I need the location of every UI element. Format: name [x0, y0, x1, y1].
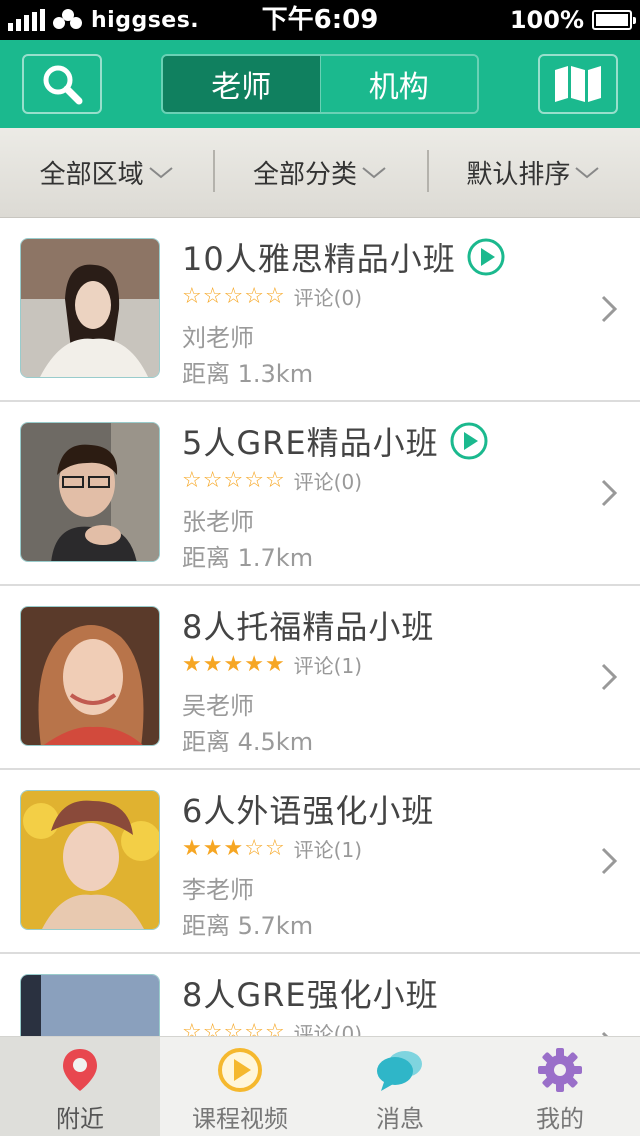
star-icon: ☆: [182, 283, 202, 309]
star-icon: ☆: [244, 835, 264, 861]
chevron-right-icon: [601, 295, 618, 323]
rating-stars: ☆ ☆ ☆ ☆ ☆ 评论(0): [182, 1018, 362, 1036]
tab-messages-label: 消息: [376, 1105, 424, 1133]
tab-messages[interactable]: 消息: [320, 1037, 480, 1136]
review-count: 评论(0): [293, 286, 363, 310]
list-item[interactable]: 8人GRE强化小班 ☆ ☆ ☆ ☆ ☆ 评论(0): [0, 954, 640, 1036]
course-title: 5人GRE精品小班: [182, 424, 439, 462]
app-header: 老师 机构: [0, 40, 640, 128]
chevron-down-icon: [575, 166, 599, 178]
star-icon: ★: [182, 651, 202, 677]
review-count: 评论(0): [293, 470, 363, 494]
chevron-down-icon: [362, 166, 386, 178]
tab-mine[interactable]: 我的: [480, 1037, 640, 1136]
map-icon: [555, 66, 601, 102]
tab-switcher: 老师 机构: [161, 54, 479, 114]
tab-nearby[interactable]: 附近: [0, 1037, 160, 1136]
rating-stars: ☆ ☆ ☆ ☆ ☆ 评论(0): [182, 466, 362, 495]
teacher-avatar: [20, 974, 160, 1036]
teacher-name: 吴老师: [182, 692, 254, 720]
star-icon: ☆: [244, 467, 264, 493]
star-icon: ☆: [202, 467, 223, 493]
teacher-avatar: [20, 606, 160, 746]
course-title: 8人GRE强化小班: [182, 976, 439, 1014]
battery-icon: [592, 10, 636, 30]
star-icon: ☆: [264, 835, 285, 861]
star-icon: ☆: [264, 1019, 285, 1036]
tab-mine-label: 我的: [536, 1105, 584, 1133]
teacher-name: 刘老师: [182, 324, 254, 352]
star-icon: ★: [244, 651, 264, 677]
rating-stars: ☆ ☆ ☆ ☆ ☆ 评论(0): [182, 282, 362, 311]
star-icon: ★: [223, 835, 244, 861]
star-icon: ☆: [202, 1019, 223, 1036]
tab-institutions[interactable]: 机构: [319, 56, 477, 112]
list-item[interactable]: 10人雅思精品小班 ☆ ☆ ☆ ☆ ☆ 评论(0) 刘老师 距离 1.3km: [0, 218, 640, 402]
status-bar: higgses. 下午6:09 100%: [0, 0, 640, 40]
star-icon: ☆: [223, 283, 244, 309]
star-icon: ☆: [223, 467, 244, 493]
chevron-down-icon: [149, 166, 173, 178]
tab-course-videos[interactable]: 课程视频: [160, 1037, 320, 1136]
course-list: 10人雅思精品小班 ☆ ☆ ☆ ☆ ☆ 评论(0) 刘老师 距离 1.3km 5人GR: [0, 218, 640, 1036]
teacher-name: 张老师: [182, 508, 254, 536]
star-icon: ★: [223, 651, 244, 677]
teacher-avatar: [20, 422, 160, 562]
star-icon: ☆: [264, 283, 285, 309]
review-count: 评论(0): [293, 1022, 363, 1036]
list-item[interactable]: 6人外语强化小班 ★ ★ ★ ☆ ☆ 评论(1) 李老师 距离 5.7km: [0, 770, 640, 954]
play-circle-icon: [218, 1048, 262, 1092]
star-icon: ☆: [223, 1019, 244, 1036]
tab-course-videos-label: 课程视频: [192, 1105, 288, 1133]
teacher-avatar: [20, 790, 160, 930]
distance: 距离 1.3km: [182, 360, 314, 388]
filter-sort-label: 默认排序: [466, 160, 571, 190]
filter-category[interactable]: 全部分类: [213, 150, 426, 192]
course-title: 8人托福精品小班: [182, 608, 435, 646]
star-icon: ☆: [182, 467, 202, 493]
star-icon: ★: [264, 651, 285, 677]
list-item[interactable]: 5人GRE精品小班 ☆ ☆ ☆ ☆ ☆ 评论(0) 张老师 距离 1.7km: [0, 402, 640, 586]
location-pin-icon: [63, 1049, 97, 1091]
distance: 距离 1.7km: [182, 544, 314, 572]
teacher-avatar: [20, 238, 160, 378]
chat-bubbles-icon: [377, 1051, 422, 1091]
distance: 距离 5.7km: [182, 912, 314, 940]
star-icon: ☆: [182, 1019, 202, 1036]
play-video-icon[interactable]: [449, 421, 489, 461]
search-button[interactable]: [22, 54, 102, 114]
star-icon: ★: [202, 651, 223, 677]
rating-stars: ★ ★ ★ ★ ★ 评论(1): [182, 650, 362, 679]
filter-region[interactable]: 全部区域: [0, 154, 213, 191]
star-icon: ☆: [244, 1019, 264, 1036]
rating-stars: ★ ★ ★ ☆ ☆ 评论(1): [182, 834, 362, 863]
filter-category-label: 全部分类: [252, 160, 357, 190]
distance: 距离 4.5km: [182, 728, 314, 756]
filter-bar: 全部区域 全部分类 默认排序: [0, 128, 640, 218]
review-count: 评论(1): [293, 654, 363, 678]
chevron-right-icon: [601, 663, 618, 691]
filter-sort[interactable]: 默认排序: [426, 150, 640, 192]
chevron-right-icon: [601, 847, 618, 875]
chevron-right-icon: [601, 479, 618, 507]
star-icon: ★: [202, 835, 223, 861]
filter-region-label: 全部区域: [39, 160, 144, 190]
tab-nearby-label: 附近: [56, 1105, 104, 1133]
teacher-name: 李老师: [182, 876, 254, 904]
list-item[interactable]: 8人托福精品小班 ★ ★ ★ ★ ★ 评论(1) 吴老师 距离 4.5km: [0, 586, 640, 770]
star-icon: ☆: [244, 283, 264, 309]
star-icon: ★: [182, 835, 202, 861]
course-title: 6人外语强化小班: [182, 792, 435, 830]
star-icon: ☆: [202, 283, 223, 309]
search-icon: [43, 65, 83, 105]
play-video-icon[interactable]: [466, 237, 506, 277]
gear-icon: [538, 1048, 582, 1092]
map-button[interactable]: [538, 54, 618, 114]
review-count: 评论(1): [293, 838, 363, 862]
battery-percent: 100%: [509, 6, 584, 34]
tab-teachers[interactable]: 老师: [163, 56, 320, 112]
star-icon: ☆: [264, 467, 285, 493]
bottom-tab-bar: 附近 课程视频 消息 我的: [0, 1036, 640, 1136]
course-title: 10人雅思精品小班: [182, 240, 456, 278]
